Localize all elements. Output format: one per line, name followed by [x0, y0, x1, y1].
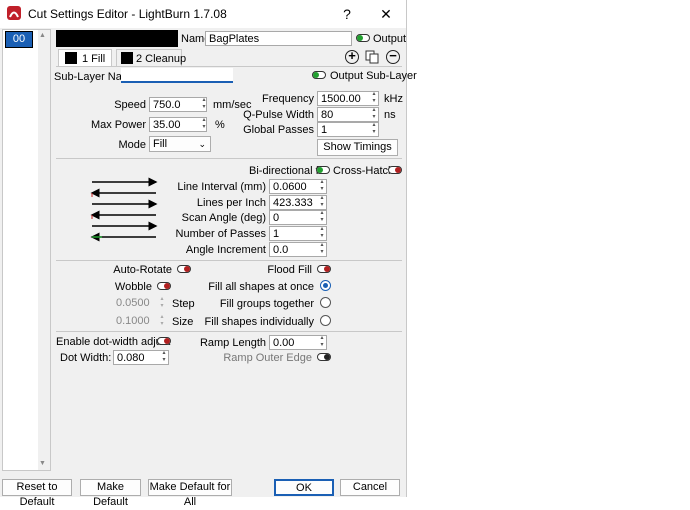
- max-power-unit: %: [215, 119, 225, 131]
- remove-sublayer-icon[interactable]: −: [386, 49, 400, 64]
- wobble-step-stepper[interactable]: ▴ ▾: [157, 296, 167, 311]
- enable-dot-width-toggle[interactable]: [157, 337, 171, 345]
- wobble-size-label: Size: [172, 316, 194, 328]
- ramp-length-label: Ramp Length: [199, 337, 266, 349]
- tab-divider: [56, 66, 402, 67]
- section-divider: [56, 260, 402, 261]
- qpulse-unit: ns: [384, 109, 396, 121]
- show-timings-button[interactable]: Show Timings: [317, 139, 398, 156]
- speed-stepper[interactable]: ▴ ▾: [199, 97, 209, 112]
- bidirectional-fill-label: Bi-directional fill: [249, 165, 327, 177]
- line-interval-stepper[interactable]: ▴ ▾: [317, 179, 327, 194]
- output-sublayer-label: Output Sub-Layer: [330, 70, 417, 82]
- wobble-step-label: Step: [172, 298, 195, 310]
- help-button[interactable]: ?: [332, 4, 362, 24]
- cross-hatch-toggle[interactable]: [388, 166, 402, 174]
- lines-per-inch-label: Lines per Inch: [196, 197, 266, 209]
- lines-per-inch-stepper[interactable]: ▴ ▾: [317, 195, 327, 210]
- fill-all-shapes-label: Fill all shapes at once: [208, 281, 314, 293]
- angle-increment-label: Angle Increment: [185, 244, 266, 256]
- fill-individually-radio[interactable]: [320, 315, 331, 326]
- fill-all-shapes-radio[interactable]: [320, 280, 331, 291]
- qpulse-label: Q-Pulse Width: [243, 109, 314, 121]
- number-of-passes-stepper[interactable]: ▴ ▾: [317, 226, 327, 241]
- fill-pattern-preview-icon: [88, 176, 160, 244]
- dot-width-label: Dot Width:: [60, 352, 112, 364]
- cancel-button[interactable]: Cancel: [340, 479, 400, 496]
- tab-label: 1 Fill: [82, 53, 106, 65]
- dot-width-stepper[interactable]: ▴ ▾: [159, 350, 169, 365]
- add-sublayer-icon[interactable]: +: [345, 49, 359, 64]
- flood-fill-toggle[interactable]: [317, 265, 331, 273]
- scan-angle-stepper[interactable]: ▴ ▾: [317, 210, 327, 225]
- output-label: Output: [373, 33, 407, 45]
- auto-rotate-toggle[interactable]: [177, 265, 191, 273]
- name-field[interactable]: BagPlates: [205, 31, 352, 46]
- layer-color-swatch[interactable]: [56, 30, 178, 47]
- mode-select[interactable]: Fill ⌄: [149, 136, 211, 152]
- tab-color-swatch: [65, 52, 77, 64]
- sublayer-name-field[interactable]: [121, 68, 233, 83]
- output-sublayer-toggle[interactable]: [312, 71, 326, 79]
- enable-dot-width-label: Enable dot-width adjust: [56, 336, 171, 348]
- output-toggle[interactable]: [356, 34, 370, 42]
- make-default-button[interactable]: Make Default: [80, 479, 141, 508]
- global-passes-label: Global Passes: [243, 124, 314, 136]
- reset-to-default-button[interactable]: Reset to Default: [2, 479, 72, 508]
- close-button[interactable]: ✕: [371, 4, 401, 24]
- qpulse-stepper[interactable]: ▴ ▾: [369, 107, 379, 122]
- section-divider: [56, 331, 402, 332]
- number-of-passes-label: Number of Passes: [175, 228, 266, 240]
- layer-list-scrollbar[interactable]: [38, 30, 50, 470]
- global-passes-stepper[interactable]: ▴ ▾: [369, 122, 379, 137]
- layer-item-00[interactable]: 00: [5, 31, 33, 48]
- frequency-label: Frequency: [262, 93, 314, 105]
- fill-groups-radio[interactable]: [320, 297, 331, 308]
- cross-hatch-label: Cross-Hatch: [333, 165, 395, 177]
- make-default-for-all-button[interactable]: Make Default for All: [148, 479, 232, 508]
- ramp-length-stepper[interactable]: ▴ ▾: [317, 335, 327, 350]
- mode-label: Mode: [118, 139, 146, 151]
- tab-color-swatch: [121, 52, 133, 64]
- fill-groups-label: Fill groups together: [219, 298, 314, 310]
- section-divider: [56, 158, 402, 159]
- chevron-down-icon: ⌄: [198, 139, 206, 149]
- max-power-label: Max Power: [90, 119, 146, 131]
- wobble-size-stepper[interactable]: ▴ ▾: [157, 314, 167, 329]
- fill-individually-label: Fill shapes individually: [204, 316, 314, 328]
- window-title: Cut Settings Editor - LightBurn 1.7.08: [28, 7, 227, 21]
- ramp-outer-edge-toggle[interactable]: [317, 353, 331, 361]
- mode-value: Fill: [153, 138, 168, 150]
- scroll-down-icon[interactable]: ▼: [39, 460, 46, 467]
- auto-rotate-label: Auto-Rotate: [113, 264, 172, 276]
- tab-2-cleanup[interactable]: 2 Cleanup: [116, 49, 186, 67]
- wobble-toggle[interactable]: [157, 282, 171, 290]
- frequency-unit: kHz: [384, 93, 403, 105]
- tab-1-fill[interactable]: 1 Fill: [58, 49, 112, 67]
- tab-label: 2 Cleanup: [136, 53, 187, 65]
- copy-sublayer-icon[interactable]: [365, 50, 379, 64]
- frequency-stepper[interactable]: ▴ ▾: [369, 91, 379, 106]
- wobble-label: Wobble: [114, 281, 152, 293]
- scroll-up-icon[interactable]: ▲: [39, 32, 46, 39]
- scan-angle-label: Scan Angle (deg): [181, 212, 266, 224]
- lightburn-logo-icon: [7, 6, 21, 20]
- ok-button[interactable]: OK: [274, 479, 334, 496]
- angle-increment-stepper[interactable]: ▴ ▾: [317, 242, 327, 257]
- ramp-outer-edge-label: Ramp Outer Edge: [223, 352, 312, 364]
- line-interval-label: Line Interval (mm): [177, 181, 266, 193]
- flood-fill-label: Flood Fill: [267, 264, 312, 276]
- speed-label: Speed: [114, 99, 146, 111]
- bidirectional-fill-toggle[interactable]: [316, 166, 330, 174]
- max-power-stepper[interactable]: ▴ ▾: [199, 117, 209, 132]
